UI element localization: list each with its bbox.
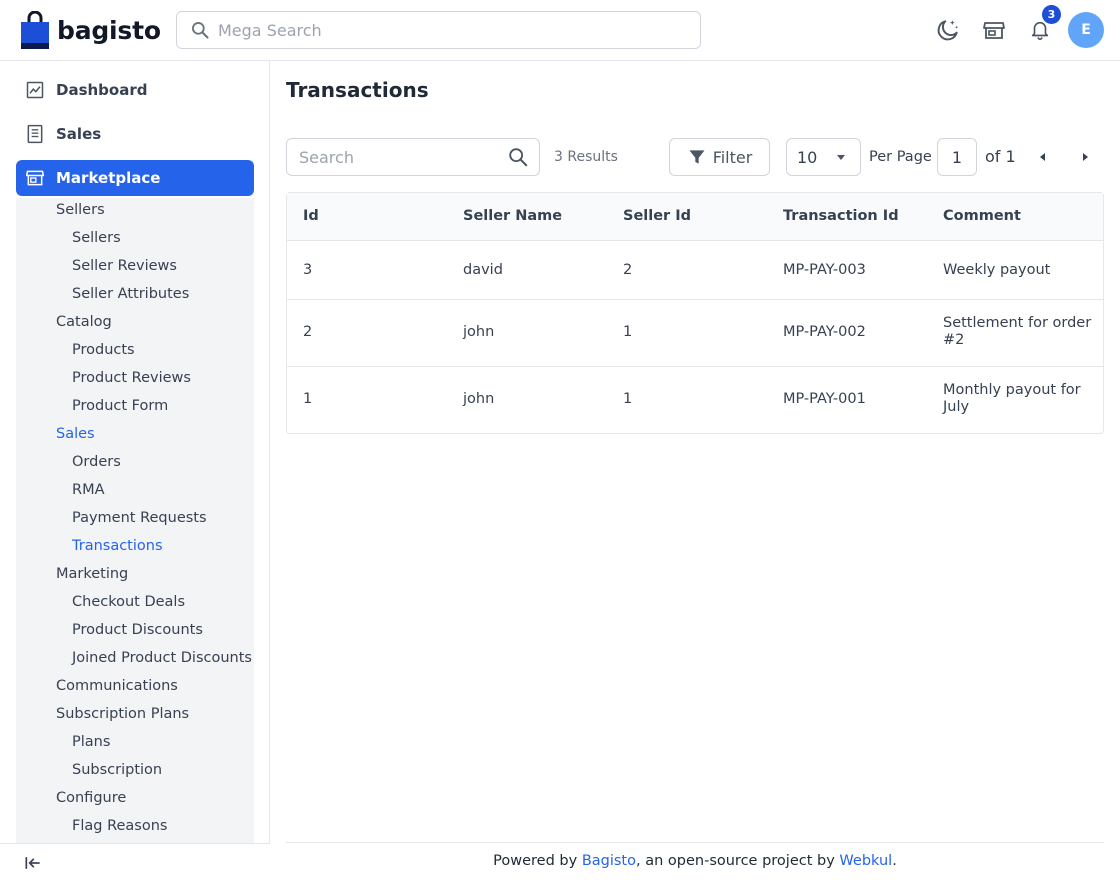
cell-comment: Weekly payout	[943, 262, 1051, 278]
dashboard-icon	[23, 78, 47, 102]
sidebar-item-label: Sales	[56, 125, 102, 143]
column-header-transaction-id[interactable]: Transaction Id	[783, 208, 899, 224]
results-count: 3 Results	[554, 149, 618, 165]
cell-id: 3	[303, 262, 313, 278]
submenu-sales[interactable]: Sales	[56, 426, 95, 442]
submenu-sellers-list[interactable]: Sellers	[72, 230, 121, 246]
submenu-products[interactable]: Products	[72, 342, 135, 358]
cell-transaction-id: MP-PAY-003	[783, 262, 866, 278]
column-header-seller-id[interactable]: Seller Id	[623, 208, 691, 224]
submenu-transactions[interactable]: Transactions	[72, 538, 163, 554]
cell-comment: Settlement for order #2	[943, 315, 1092, 348]
footer-suffix: .	[892, 853, 897, 869]
cell-seller-id: 1	[623, 391, 633, 407]
bagisto-link[interactable]: Bagisto	[582, 853, 636, 869]
cell-seller-name: john	[463, 391, 495, 407]
cell-transaction-id: MP-PAY-001	[783, 391, 866, 407]
logo-text: bagisto	[57, 15, 161, 45]
submenu-subscription-plans[interactable]: Subscription Plans	[56, 706, 189, 722]
column-header-id[interactable]: Id	[303, 208, 319, 224]
sidebar-footer	[0, 843, 270, 880]
caret-left-icon	[1040, 153, 1045, 161]
sidebar-item-label: Dashboard	[56, 81, 148, 99]
search-icon	[192, 22, 209, 39]
moon-icon	[937, 20, 959, 41]
table-header: Id Seller Name Seller Id Transaction Id …	[287, 193, 1103, 241]
cell-transaction-id: MP-PAY-002	[783, 324, 866, 340]
store-icon	[983, 22, 1005, 39]
marketplace-icon	[23, 166, 47, 190]
filter-button[interactable]: Filter	[669, 138, 770, 176]
table-row[interactable]: 2 john 1 MP-PAY-002 Settlement for order…	[287, 300, 1103, 367]
footer-prefix: Powered by	[493, 853, 582, 869]
per-page-select[interactable]: 10	[786, 138, 861, 176]
caret-down-icon	[837, 155, 846, 160]
submenu-communications[interactable]: Communications	[56, 678, 178, 694]
transactions-table: Id Seller Name Seller Id Transaction Id …	[286, 192, 1104, 434]
prev-page-button[interactable]	[1033, 147, 1053, 167]
cell-id: 2	[303, 324, 313, 340]
sidebar-item-dashboard[interactable]: Dashboard	[16, 72, 254, 108]
webkul-link[interactable]: Webkul	[839, 853, 892, 869]
datagrid-search-box[interactable]	[286, 138, 540, 176]
caret-right-icon	[1083, 153, 1088, 161]
submenu-flag-reasons[interactable]: Flag Reasons	[72, 818, 167, 834]
cell-seller-id: 1	[623, 324, 633, 340]
collapse-sidebar-button[interactable]	[22, 852, 44, 874]
sidebar: Dashboard Sales Marketplace Sellers Sell…	[0, 61, 270, 880]
shopping-bag-icon	[21, 11, 49, 49]
column-header-seller-name[interactable]: Seller Name	[463, 208, 562, 224]
submenu-rma[interactable]: RMA	[72, 482, 105, 498]
notification-count-badge: 3	[1042, 5, 1061, 24]
submenu-seller-attributes[interactable]: Seller Attributes	[72, 286, 189, 302]
top-header: bagisto 3 E	[0, 0, 1120, 61]
per-page-label: Per Page	[869, 149, 932, 165]
cell-seller-name: john	[463, 324, 495, 340]
submenu-joined-product-discounts[interactable]: Joined Product Discounts	[72, 650, 252, 666]
column-header-comment[interactable]: Comment	[943, 208, 1093, 224]
cell-seller-id: 2	[623, 262, 633, 278]
submenu-catalog[interactable]: Catalog	[56, 314, 112, 330]
sales-icon	[23, 122, 47, 146]
page-number-input[interactable]: 1	[937, 138, 977, 176]
table-row[interactable]: 1 john 1 MP-PAY-001 Monthly payout for J…	[287, 367, 1103, 433]
cell-seller-name: david	[463, 262, 503, 278]
submenu-configure[interactable]: Configure	[56, 790, 126, 806]
per-page-value: 10	[797, 147, 818, 167]
logo[interactable]: bagisto	[21, 11, 161, 49]
cell-comment: Monthly payout for July	[943, 382, 1081, 415]
submenu-marketing[interactable]: Marketing	[56, 566, 128, 582]
submenu-product-reviews[interactable]: Product Reviews	[72, 370, 191, 386]
next-page-button[interactable]	[1075, 147, 1095, 167]
mega-search-input[interactable]	[218, 20, 678, 40]
footer-middle: , an open-source project by	[636, 853, 840, 869]
submenu-payment-requests[interactable]: Payment Requests	[72, 510, 207, 526]
sidebar-item-sales[interactable]: Sales	[16, 116, 254, 152]
storefront-button[interactable]	[979, 15, 1009, 45]
submenu-product-form[interactable]: Product Form	[72, 398, 168, 414]
user-avatar[interactable]: E	[1068, 12, 1104, 48]
submenu-plans[interactable]: Plans	[72, 734, 110, 750]
sidebar-item-marketplace[interactable]: Marketplace	[16, 160, 254, 196]
submenu-subscription[interactable]: Subscription	[72, 762, 162, 778]
dark-mode-toggle[interactable]	[933, 15, 963, 45]
datagrid-search-input[interactable]	[299, 147, 499, 167]
filter-label: Filter	[712, 147, 753, 167]
table-row[interactable]: 3 david 2 MP-PAY-003 Weekly payout	[287, 241, 1103, 300]
submenu-checkout-deals[interactable]: Checkout Deals	[72, 594, 185, 610]
search-icon[interactable]	[507, 146, 529, 168]
submenu-orders[interactable]: Orders	[72, 454, 121, 470]
sidebar-item-label: Marketplace	[56, 169, 161, 187]
collapse-icon	[25, 857, 40, 869]
page-total-label: of 1	[985, 147, 1016, 166]
filter-icon	[689, 150, 705, 164]
submenu-product-discounts[interactable]: Product Discounts	[72, 622, 203, 638]
page-footer: Powered by Bagisto, an open-source proje…	[286, 842, 1104, 880]
marketplace-submenu: Sellers Sellers Seller Reviews Seller At…	[16, 198, 254, 844]
submenu-seller-reviews[interactable]: Seller Reviews	[72, 258, 177, 274]
submenu-sellers[interactable]: Sellers	[56, 202, 105, 218]
cell-id: 1	[303, 391, 313, 407]
page-title: Transactions	[286, 78, 429, 102]
mega-search-box[interactable]	[176, 11, 701, 49]
